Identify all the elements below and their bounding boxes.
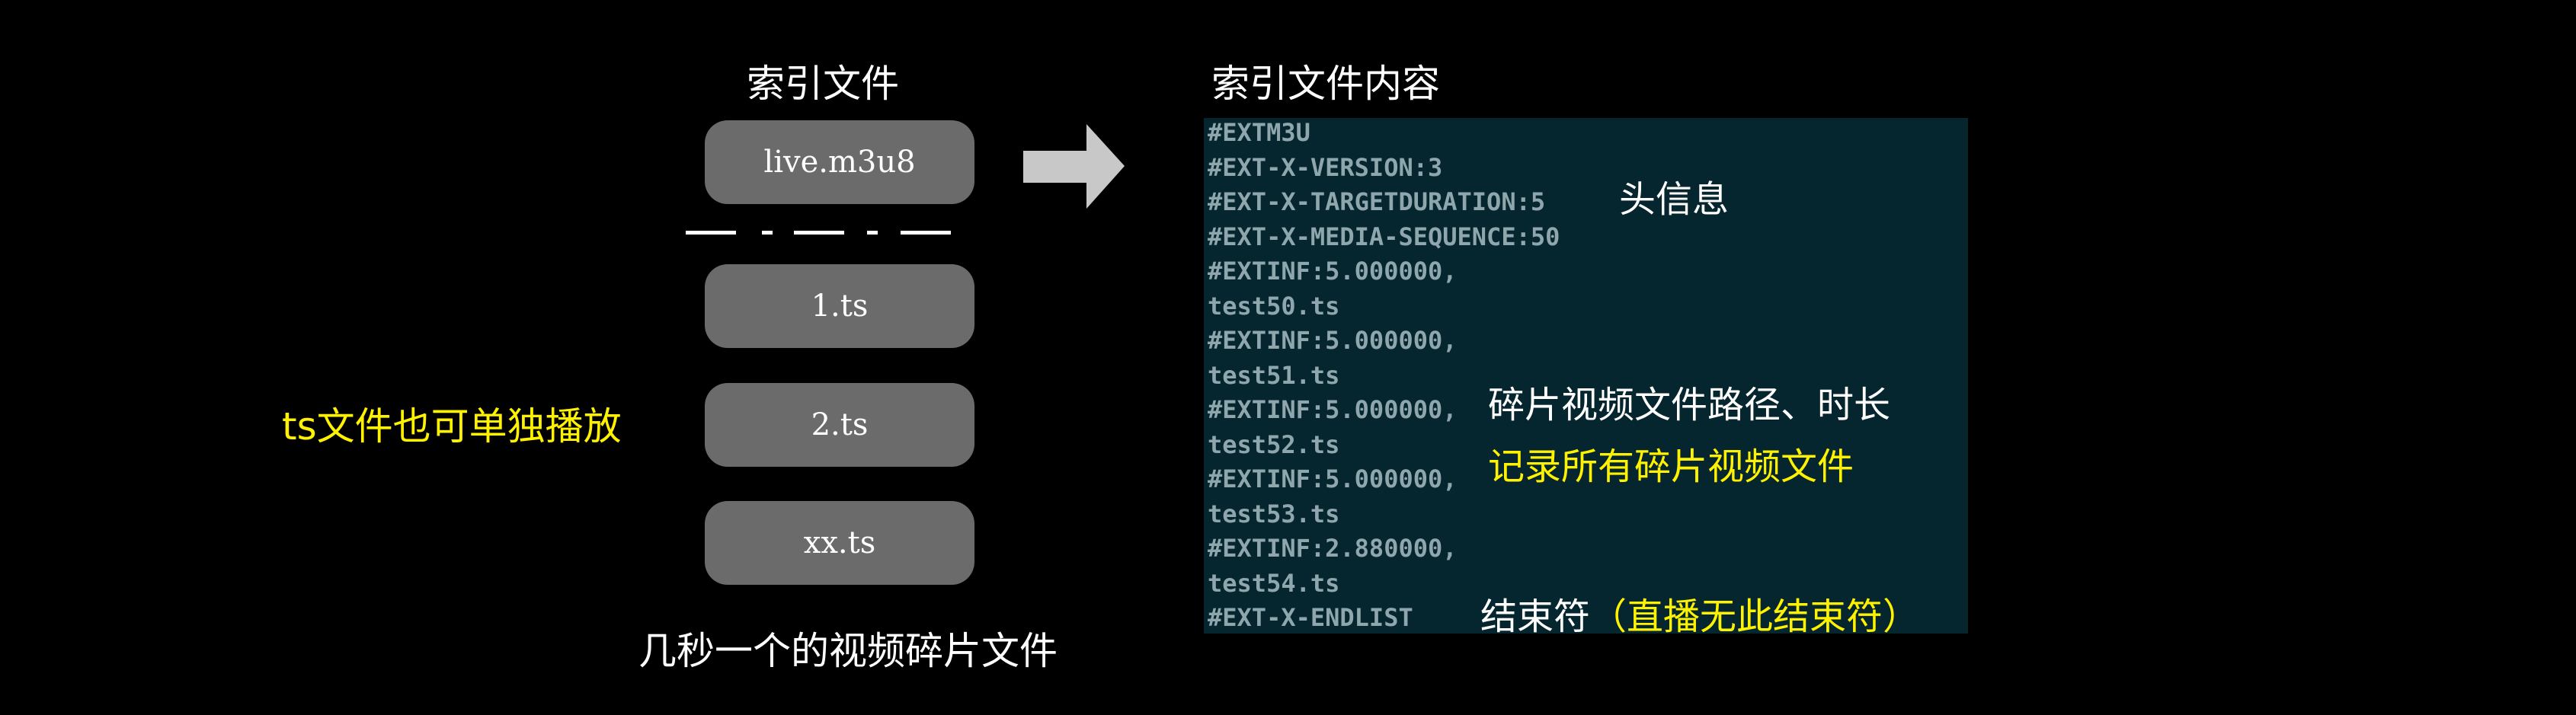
segment-info-label: 碎片视频文件路径、时长	[1488, 384, 1891, 426]
dash-segment	[794, 231, 844, 235]
code-line: #EXT-X-VERSION:3	[1208, 153, 1443, 182]
code-line: #EXT-X-ENDLIST	[1208, 603, 1413, 632]
segment-pill: xx.ts	[705, 501, 974, 585]
index-content-heading: 索引文件内容	[1211, 62, 1440, 106]
segment-pill: 1.ts	[705, 264, 974, 348]
segment-pill: 2.ts	[705, 383, 974, 467]
code-line: #EXTINF:5.000000,	[1208, 464, 1458, 493]
dash-segment	[762, 231, 773, 235]
code-line: #EXT-X-TARGETDURATION:5	[1208, 187, 1546, 216]
ts-playable-note: ts文件也可单独播放	[282, 404, 622, 448]
end-marker-label: 结束符（直播无此结束符）	[1480, 586, 1919, 640]
end-marker-note: （直播无此结束符）	[1590, 595, 1920, 638]
code-line: #EXTINF:5.000000,	[1208, 326, 1458, 355]
index-file-pill: live.m3u8	[705, 120, 974, 204]
dash-segment	[867, 231, 878, 235]
code-line: #EXT-X-MEDIA-SEQUENCE:50	[1208, 222, 1560, 251]
segment-record-label: 记录所有碎片视频文件	[1488, 445, 1854, 488]
code-line: test54.ts	[1208, 569, 1340, 598]
end-marker-text: 结束符	[1480, 595, 1591, 638]
right-arrow-icon	[1023, 124, 1125, 209]
index-file-heading: 索引文件	[747, 62, 899, 106]
dash-segment	[901, 231, 951, 235]
code-line: test50.ts	[1208, 292, 1340, 321]
code-line: test51.ts	[1208, 361, 1340, 390]
dash-segment	[686, 231, 736, 235]
code-line: test53.ts	[1208, 500, 1340, 528]
header-info-label: 头信息	[1619, 178, 1730, 221]
code-line: test52.ts	[1208, 430, 1340, 459]
code-line: #EXTM3U	[1208, 118, 1310, 147]
code-line: #EXTINF:5.000000,	[1208, 395, 1458, 424]
segments-caption: 几秒一个的视频碎片文件	[638, 629, 1058, 673]
code-line: #EXTINF:2.880000,	[1208, 534, 1458, 563]
code-line: #EXTINF:5.000000,	[1208, 257, 1458, 286]
